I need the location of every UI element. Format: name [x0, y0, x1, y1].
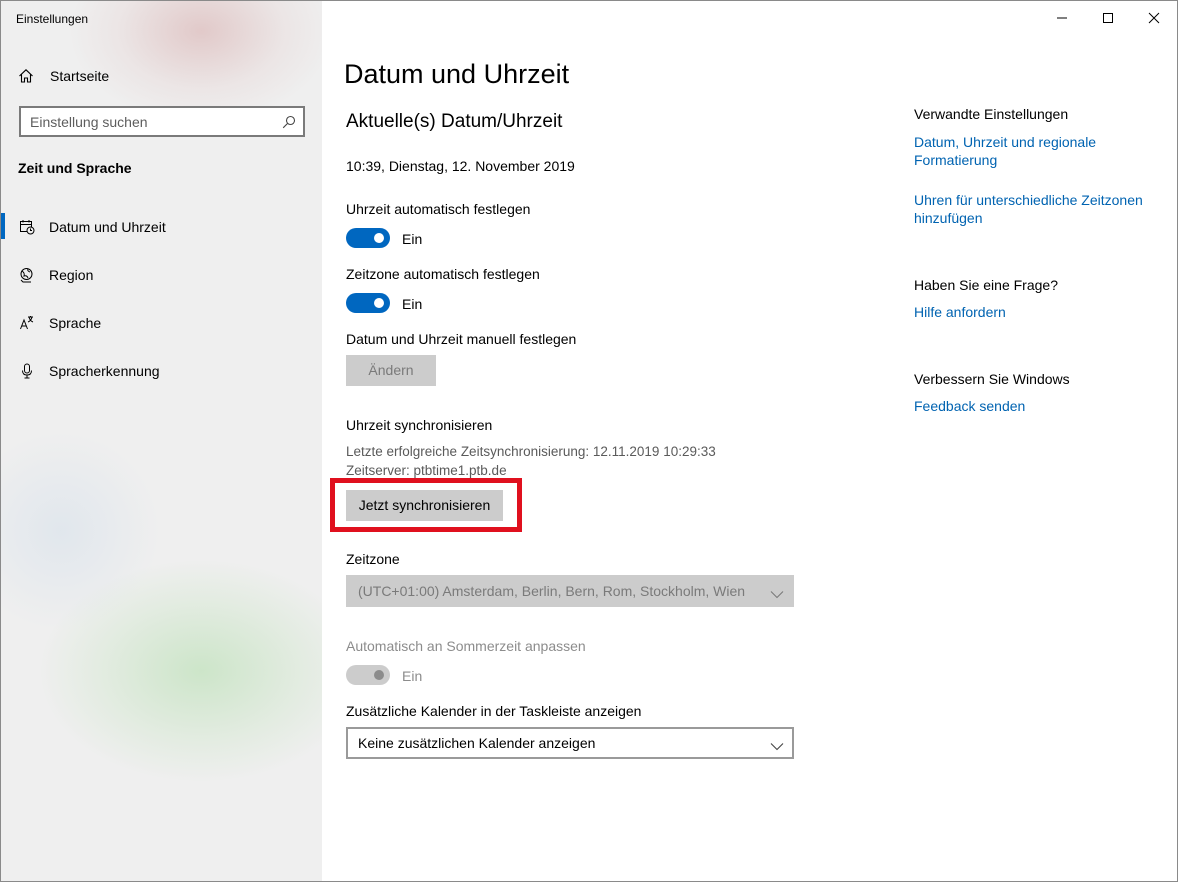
toggle-knob [374, 670, 384, 680]
change-button[interactable]: Ändern [346, 355, 436, 386]
link-send-feedback[interactable]: Feedback senden [914, 397, 1154, 415]
auto-time-state: Ein [402, 231, 423, 247]
current-datetime-heading: Aktuelle(s) Datum/Uhrzeit [346, 111, 563, 132]
last-sync-text: Letzte erfolgreiche Zeitsynchronisierung… [346, 444, 716, 459]
toggle-knob [374, 233, 384, 243]
close-icon [1148, 12, 1160, 24]
page-title: Datum und Uhrzeit [344, 59, 570, 89]
improve-heading: Verbessern Sie Windows [914, 371, 1070, 387]
timezone-value: (UTC+01:00) Amsterdam, Berlin, Bern, Rom… [358, 583, 746, 599]
maximize-icon [1103, 13, 1113, 23]
settings-window: Einstellungen Startseite Zeit und Sprach… [0, 0, 1178, 882]
sidebar-item-label: Spracherkennung [49, 363, 160, 379]
minimize-icon [1057, 17, 1067, 19]
minimize-button[interactable] [1039, 1, 1085, 35]
search-icon[interactable] [282, 115, 296, 129]
calendar-value: Keine zusätzlichen Kalender anzeigen [358, 735, 596, 751]
manual-datetime-label: Datum und Uhrzeit manuell festlegen [346, 331, 577, 347]
auto-timezone-label: Zeitzone automatisch festlegen [346, 266, 540, 282]
sidebar-item-region[interactable]: Region [1, 255, 322, 295]
timezone-select[interactable]: (UTC+01:00) Amsterdam, Berlin, Bern, Rom… [346, 575, 794, 607]
search-box [19, 106, 305, 137]
toggle-knob [374, 298, 384, 308]
dst-label: Automatisch an Sommerzeit anpassen [346, 638, 586, 654]
auto-timezone-toggle[interactable] [346, 293, 390, 313]
background-blur-green [41, 561, 322, 781]
sidebar-home[interactable]: Startseite [1, 59, 322, 93]
home-icon [18, 68, 34, 84]
sidebar-item-sprache[interactable]: Sprache [1, 303, 322, 343]
sidebar-item-label: Region [49, 267, 94, 283]
window-title: Einstellungen [16, 12, 89, 26]
sidebar-item-label: Sprache [49, 315, 102, 331]
dst-state: Ein [402, 668, 423, 684]
auto-time-label: Uhrzeit automatisch festlegen [346, 201, 531, 217]
calendar-select[interactable]: Keine zusätzlichen Kalender anzeigen [346, 727, 794, 759]
dst-toggle[interactable] [346, 665, 390, 685]
sidebar: Einstellungen Startseite Zeit und Sprach… [1, 1, 322, 881]
question-heading: Haben Sie eine Frage? [914, 277, 1058, 293]
maximize-button[interactable] [1085, 1, 1131, 35]
chevron-down-icon [770, 738, 784, 756]
related-settings-heading: Verwandte Einstellungen [914, 106, 1069, 122]
sidebar-item-datum-und-uhrzeit[interactable]: Datum und Uhrzeit [1, 207, 322, 247]
microphone-icon [19, 363, 35, 379]
sidebar-item-spracherkennung[interactable]: Spracherkennung [1, 351, 322, 391]
link-additional-clocks[interactable]: Uhren für unterschiedliche Zeitzonen hin… [914, 191, 1154, 227]
active-indicator [1, 213, 5, 239]
auto-timezone-state: Ein [402, 296, 423, 312]
chevron-down-icon [770, 586, 784, 604]
sync-heading: Uhrzeit synchronisieren [346, 417, 493, 433]
time-server-text: Zeitserver: ptbtime1.ptb.de [346, 463, 507, 478]
sync-now-button[interactable]: Jetzt synchronisieren [346, 490, 503, 521]
timezone-label: Zeitzone [346, 551, 400, 567]
sidebar-section-title: Zeit und Sprache [18, 160, 132, 176]
current-datetime-value: 10:39, Dienstag, 12. November 2019 [346, 158, 575, 174]
sidebar-item-label: Datum und Uhrzeit [49, 219, 166, 235]
auto-time-toggle[interactable] [346, 228, 390, 248]
search-input[interactable] [21, 108, 271, 135]
language-icon [19, 315, 35, 331]
background-blur-blue [1, 431, 161, 631]
calendar-label: Zusätzliche Kalender in der Taskleiste a… [346, 703, 642, 719]
sidebar-home-label: Startseite [50, 68, 110, 84]
link-get-help[interactable]: Hilfe anfordern [914, 303, 1154, 321]
globe-icon [19, 267, 35, 283]
date-time-icon [19, 219, 35, 235]
close-button[interactable] [1131, 1, 1177, 35]
link-regional-formatting[interactable]: Datum, Uhrzeit und regionale Formatierun… [914, 133, 1154, 169]
